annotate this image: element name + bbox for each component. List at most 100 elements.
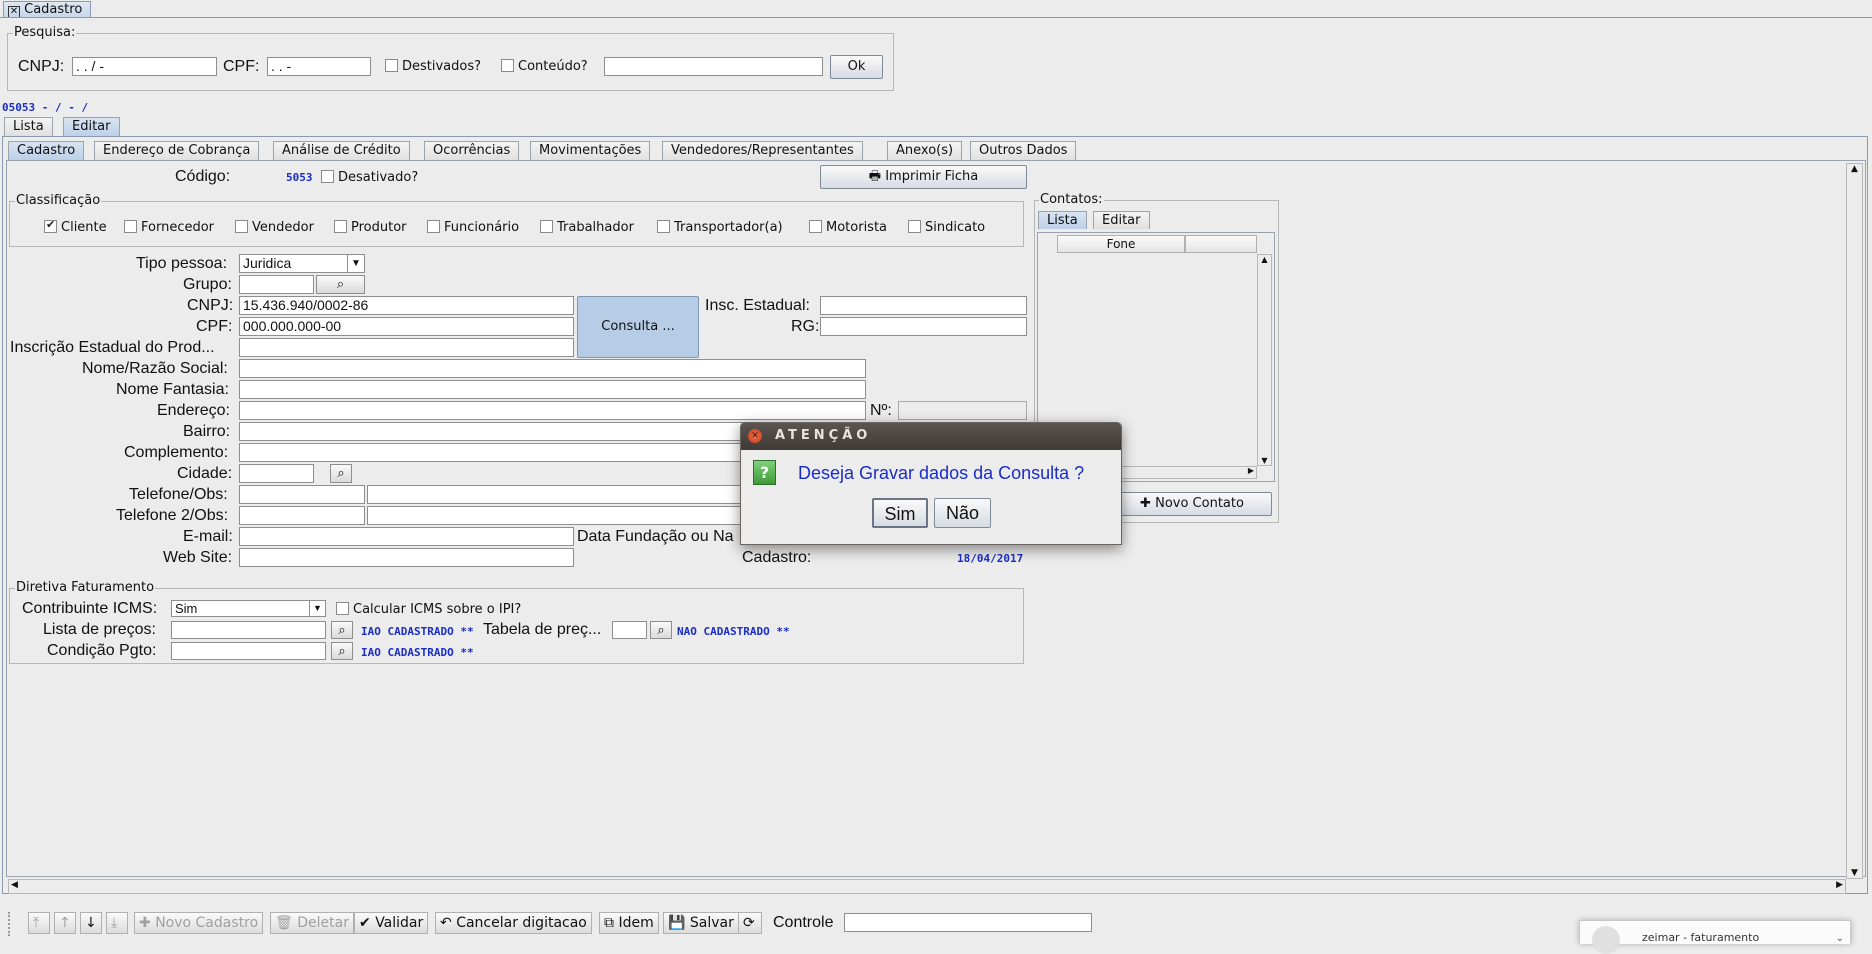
insc-estadual-input[interactable] [820, 296, 1027, 315]
calc-icms-checkbox[interactable]: Calcular ICMS sobre o IPI? [336, 602, 521, 617]
tipo-pessoa-select[interactable]: Juridica ▼ [239, 254, 365, 273]
desativado-checkbox[interactable]: Desativado? [321, 170, 418, 185]
class-produtor[interactable]: Produtor [334, 220, 407, 235]
tab-editar[interactable]: Editar [63, 117, 120, 136]
search-cpf-input[interactable]: . . - [267, 57, 371, 76]
dialog-close-icon[interactable]: ✕ [748, 429, 762, 443]
cnpj-input[interactable]: 15.436.940/0002-86 [239, 296, 574, 315]
telefone2-obs-input[interactable] [367, 506, 747, 525]
website-input[interactable] [239, 548, 574, 567]
subtab-endereco-cobranca[interactable]: Endereço de Cobrança [94, 141, 260, 160]
insc-produtor-input[interactable] [239, 338, 574, 357]
class-fornecedor[interactable]: Fornecedor [124, 220, 214, 235]
scroll-right-icon[interactable]: ▶ [1248, 466, 1254, 475]
dialog-no-button[interactable]: Não [934, 498, 991, 528]
tabela-precos-input[interactable] [612, 621, 647, 639]
class-motorista[interactable]: Motorista [809, 220, 887, 235]
class-cliente[interactable]: Cliente [44, 218, 107, 235]
class-vendedor[interactable]: Vendedor [235, 220, 314, 235]
last-record-button[interactable]: ⤓ [106, 912, 128, 934]
dialog-titlebar[interactable]: ✕ ATENÇÃO [741, 423, 1121, 450]
nome-input[interactable] [239, 359, 866, 378]
rg-input[interactable] [820, 317, 1027, 336]
chevron-down-icon[interactable]: ▼ [309, 601, 325, 616]
subtab-outros-dados[interactable]: Outros Dados [970, 141, 1077, 160]
next-record-button[interactable]: ↓ [80, 912, 102, 934]
subtab-vendedores[interactable]: Vendedores/Representantes [662, 141, 863, 160]
cpf-input[interactable]: 000.000.000-00 [239, 317, 574, 336]
class-trabalhador-box[interactable] [540, 220, 553, 233]
grupo-lookup-button[interactable]: ⌕ [316, 275, 365, 294]
destivados-box[interactable] [385, 59, 398, 72]
column-header-fone[interactable]: Fone [1057, 235, 1185, 253]
destivados-checkbox[interactable]: Destivados? [385, 59, 481, 74]
conteudo-checkbox[interactable]: Conteúdo? [501, 59, 588, 74]
email-input[interactable] [239, 527, 574, 546]
cidade-input[interactable] [239, 464, 314, 483]
conteudo-box[interactable] [501, 59, 514, 72]
class-cliente-box[interactable] [44, 218, 57, 233]
telefone-obs-input[interactable] [367, 485, 747, 504]
lista-precos-input[interactable] [171, 621, 326, 639]
class-funcionario-box[interactable] [427, 220, 440, 233]
contacts-tab-editar[interactable]: Editar [1093, 211, 1150, 229]
column-header-blank[interactable] [1185, 235, 1257, 253]
endereco-input[interactable] [239, 401, 866, 420]
refresh-button[interactable]: ⟳ [738, 912, 762, 934]
chevron-down-icon[interactable]: ▼ [347, 255, 364, 272]
class-transportador[interactable]: Transportador(a) [657, 220, 783, 235]
telefone2-input[interactable] [239, 506, 365, 525]
condicao-input[interactable] [171, 642, 326, 660]
scroll-right-icon[interactable]: ▶ [1836, 880, 1843, 890]
desativado-box[interactable] [321, 170, 334, 183]
subtab-ocorrencias[interactable]: Ocorrências [424, 141, 520, 160]
scroll-up-icon[interactable]: ▲ [1258, 255, 1271, 264]
window-tab[interactable]: ✕ Cadastro [3, 1, 91, 18]
lista-precos-lookup[interactable]: ⌕ [331, 621, 353, 639]
salvar-button[interactable]: 💾 Salvar [663, 912, 739, 934]
scroll-up-icon[interactable]: ▲ [1847, 164, 1862, 174]
class-sindicato-box[interactable] [908, 220, 921, 233]
tab-lista[interactable]: Lista [4, 117, 53, 136]
search-content-input[interactable] [604, 57, 823, 76]
dialog-yes-button[interactable]: Sim [872, 498, 928, 528]
class-trabalhador[interactable]: Trabalhador [540, 220, 634, 235]
scroll-left-icon[interactable]: ◀ [11, 880, 18, 890]
controle-input[interactable] [844, 913, 1092, 932]
telefone-input[interactable] [239, 485, 365, 504]
contacts-tab-lista[interactable]: Lista [1038, 211, 1087, 229]
contacts-vscroll[interactable]: ▲ ▼ [1257, 254, 1272, 466]
search-cnpj-input[interactable]: . . / - [72, 57, 217, 76]
class-transportador-box[interactable] [657, 220, 670, 233]
horizontal-scrollbar[interactable]: ◀ ▶ [8, 879, 1846, 894]
tabela-precos-lookup[interactable]: ⌕ [650, 621, 672, 639]
novo-cadastro-button[interactable]: ✚ Novo Cadastro [134, 912, 264, 934]
class-fornecedor-box[interactable] [124, 220, 137, 233]
first-record-button[interactable]: ⤒ [28, 912, 50, 934]
subtab-analise-credito[interactable]: Análise de Crédito [273, 141, 410, 160]
subtab-cadastro[interactable]: Cadastro [8, 141, 85, 160]
idem-button[interactable]: ⧉ Idem [599, 912, 659, 934]
cancelar-button[interactable]: ↶ Cancelar digitacao [435, 912, 592, 934]
fantasia-input[interactable] [239, 380, 866, 399]
class-sindicato[interactable]: Sindicato [908, 220, 985, 235]
deletar-button[interactable]: 🗑 Deletar [270, 912, 354, 934]
class-motorista-box[interactable] [809, 220, 822, 233]
chevron-down-icon[interactable]: ⌄ [1836, 933, 1844, 944]
search-ok-button[interactable]: Ok [830, 55, 883, 79]
scroll-down-icon[interactable]: ▼ [1847, 868, 1862, 878]
consulta-button[interactable]: Consulta ... [577, 296, 699, 358]
print-ficha-button[interactable]: 🖶 Imprimir Ficha [820, 165, 1027, 189]
subtab-movimentacoes[interactable]: Movimentações [530, 141, 651, 160]
prev-record-button[interactable]: ↑ [54, 912, 76, 934]
calc-icms-box[interactable] [336, 602, 349, 615]
notification-popup[interactable]: zeimar - faturamento ⌄ [1579, 920, 1851, 954]
novo-contato-button[interactable]: ✚ Novo Contato [1112, 492, 1272, 516]
grupo-input[interactable] [239, 275, 314, 294]
validar-button[interactable]: ✔ Validar [354, 912, 429, 934]
icms-select[interactable]: Sim ▼ [171, 600, 326, 617]
class-vendedor-box[interactable] [235, 220, 248, 233]
class-funcionario[interactable]: Funcionário [427, 220, 519, 235]
numero-input[interactable] [898, 401, 1027, 420]
scroll-down-icon[interactable]: ▼ [1258, 456, 1271, 465]
